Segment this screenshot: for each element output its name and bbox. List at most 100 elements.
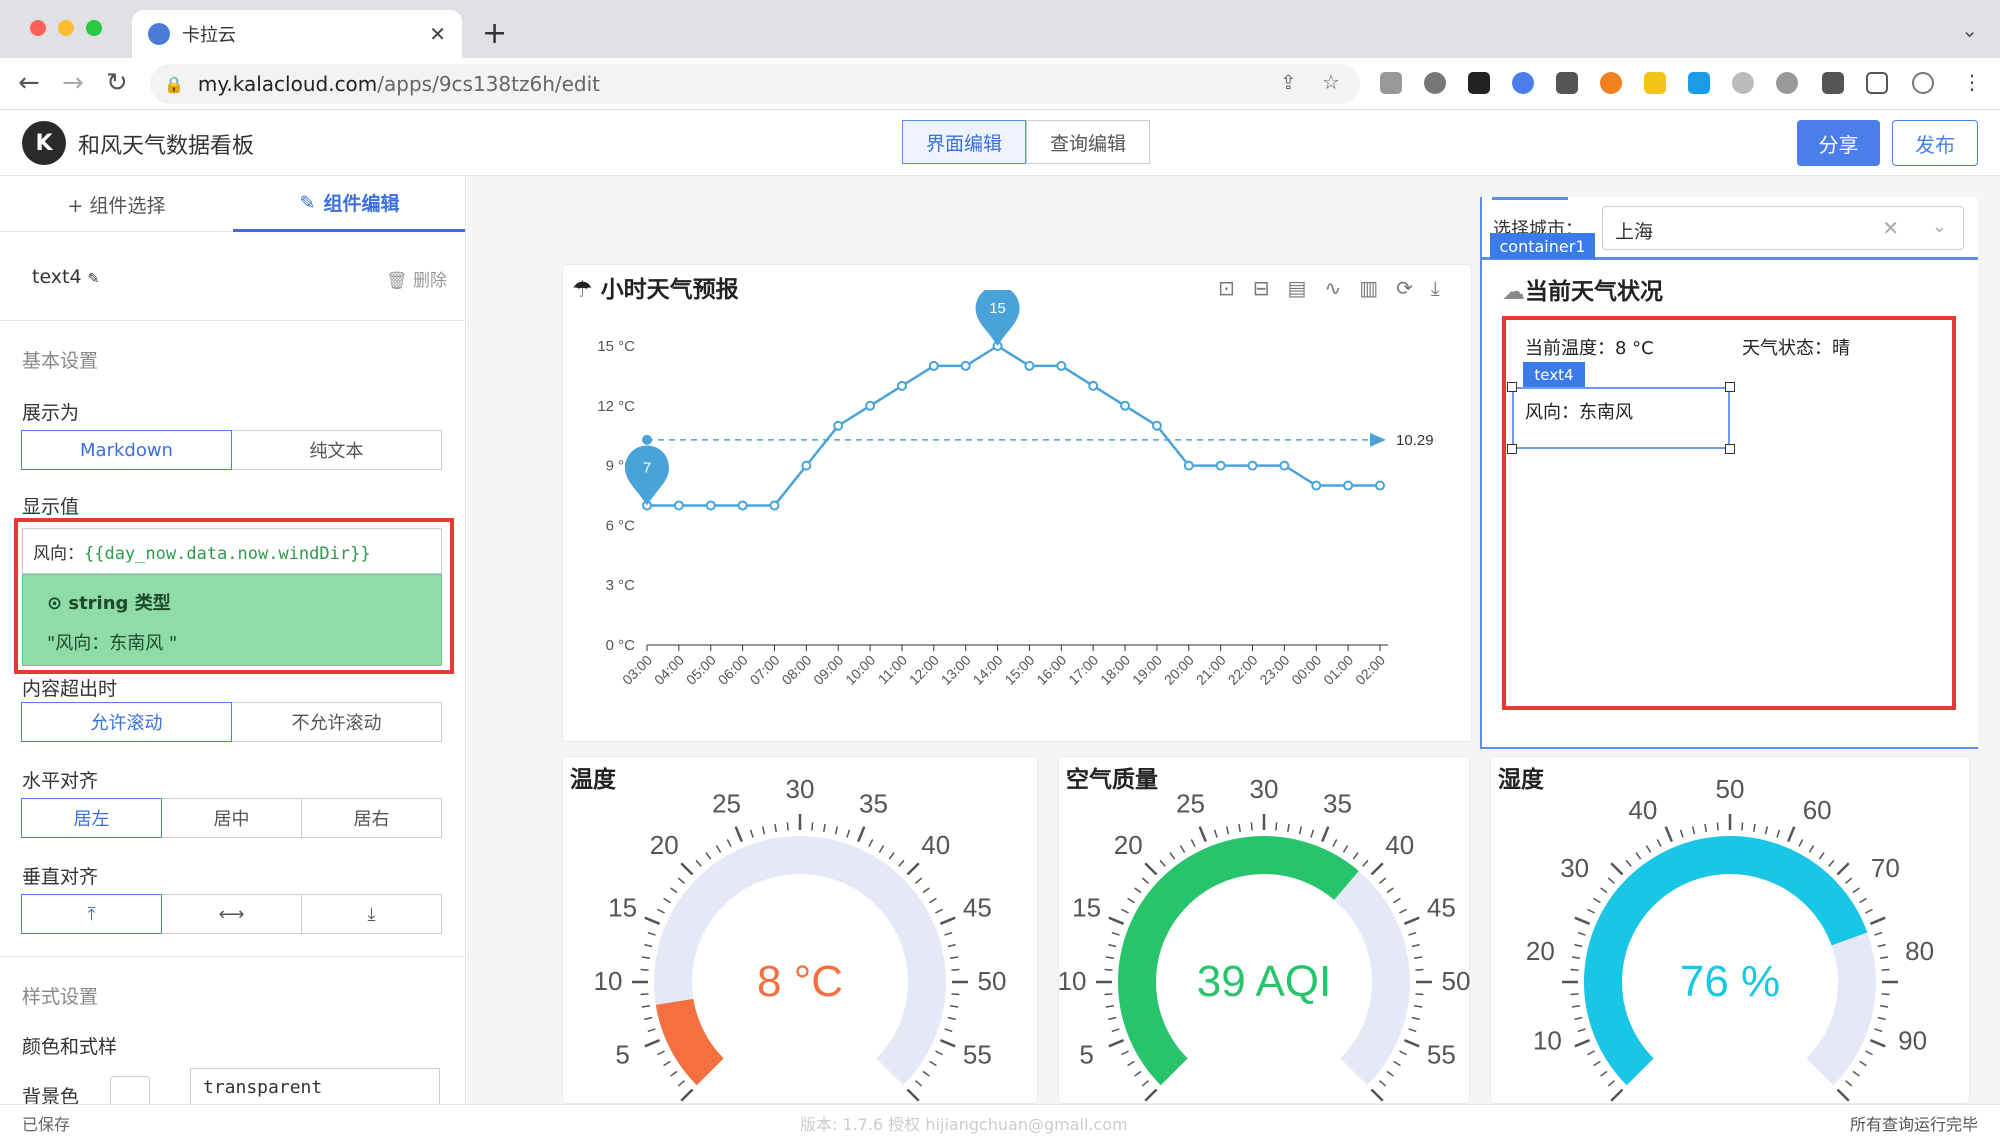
align-bottom-icon[interactable]: ⤓ xyxy=(301,894,442,934)
delete-component-button[interactable]: 🗑 删除 xyxy=(386,266,447,291)
gauge-tick xyxy=(715,845,722,853)
gauge-tick xyxy=(1370,1088,1384,1102)
gauge-tick xyxy=(657,908,665,914)
chevron-down-icon[interactable]: ⌄ xyxy=(1932,216,1947,237)
divider xyxy=(0,320,465,321)
maximize-window-button[interactable] xyxy=(86,20,102,36)
gauge-tick xyxy=(1104,993,1113,996)
browser-menu-icon[interactable]: ⋮ xyxy=(1962,70,1982,94)
forward-arrow-icon[interactable]: → xyxy=(62,68,84,98)
display-markdown-option[interactable]: Markdown xyxy=(21,430,232,470)
component-name[interactable]: text4 ✎ xyxy=(32,266,99,288)
data-point xyxy=(1215,460,1226,471)
gauge-tick xyxy=(1342,845,1349,853)
gauge-tick xyxy=(1141,877,1149,884)
address-bar[interactable]: 🔒 my.kalacloud.com/apps/9cs138tz6h/edit xyxy=(150,64,1360,104)
browser-tab[interactable]: 卡拉云 ✕ xyxy=(132,10,462,58)
allow-scroll-option[interactable]: 允许滚动 xyxy=(21,702,232,742)
gauge-tick xyxy=(644,1016,653,1021)
gauge-tick xyxy=(1869,916,1886,925)
align-left-option[interactable]: 居左 xyxy=(21,798,162,838)
extension-notion-icon[interactable] xyxy=(1468,72,1490,94)
tab-search-chevron-icon[interactable]: ⌄ xyxy=(1961,18,1978,42)
share-page-icon[interactable]: ⇪ xyxy=(1280,70,1297,94)
minimize-window-button[interactable] xyxy=(58,20,74,36)
gauge-tick xyxy=(1332,839,1338,847)
close-tab-icon[interactable]: ✕ xyxy=(429,22,446,46)
x-tick-label: 10:00 xyxy=(842,652,878,688)
gauge-tick xyxy=(868,839,874,847)
extension-globe-icon[interactable] xyxy=(1512,72,1534,94)
gauge-tick xyxy=(1379,1080,1387,1087)
resize-handle[interactable] xyxy=(1725,382,1735,392)
gauge-tick xyxy=(1716,822,1719,831)
align-right-option[interactable]: 居右 xyxy=(301,798,442,838)
current-temp-text[interactable]: 当前温度：8 °C xyxy=(1525,334,1654,360)
resize-handle[interactable] xyxy=(1507,444,1517,454)
temperature-gauge: 0510152025303540455055608 °C xyxy=(594,774,1007,1104)
share-button[interactable]: 分享 xyxy=(1797,120,1880,166)
weather-state-text[interactable]: 天气状态：晴 xyxy=(1742,334,1850,360)
publish-button[interactable]: 发布 xyxy=(1892,120,1978,166)
bg-color-swatch[interactable] xyxy=(110,1076,150,1104)
horizontal-align-label: 水平对齐 xyxy=(22,770,99,792)
gauge-tick xyxy=(1411,943,1420,948)
city-select[interactable]: 上海 ✕ ⌄ xyxy=(1602,206,1964,250)
gauge-tick xyxy=(1577,931,1586,936)
gauge-scale-label: 40 xyxy=(921,830,950,860)
profile-avatar-icon[interactable] xyxy=(1912,72,1934,94)
side-panel-icon[interactable] xyxy=(1866,72,1888,94)
gauge-tick xyxy=(929,897,937,904)
display-as-toggle: Markdown 纯文本 xyxy=(21,430,442,470)
text4-tag[interactable]: text4 xyxy=(1523,362,1585,388)
extension-swirl-icon[interactable] xyxy=(1600,72,1622,94)
extension-mail-icon[interactable] xyxy=(1556,72,1578,94)
gauge-tick xyxy=(950,1005,959,1008)
extension-tomato-icon[interactable] xyxy=(1424,72,1446,94)
extension-v-icon[interactable] xyxy=(1380,72,1402,94)
gauge-tick xyxy=(1352,852,1359,860)
gauge-tick xyxy=(1865,1050,1873,1056)
vertical-align-label: 垂直对齐 xyxy=(22,866,99,888)
gauge-tick xyxy=(1776,829,1781,838)
query-edit-tab[interactable]: 查询编辑 xyxy=(1026,120,1150,164)
back-arrow-icon[interactable]: ← xyxy=(18,68,40,98)
ui-edit-tab[interactable]: 界面编辑 xyxy=(902,120,1026,164)
gauge-progress xyxy=(655,998,725,1086)
gauge-scale-label: 10 xyxy=(1058,966,1086,996)
clear-icon[interactable]: ✕ xyxy=(1882,216,1899,240)
resize-handle[interactable] xyxy=(1507,382,1517,392)
gauge-tick xyxy=(677,877,685,884)
extension-shield-icon[interactable] xyxy=(1732,72,1754,94)
gauge-tick xyxy=(1880,956,1889,959)
close-window-button[interactable] xyxy=(30,20,46,36)
resize-handle[interactable] xyxy=(1725,444,1735,454)
container-tag[interactable]: container1 xyxy=(1490,233,1595,259)
reload-icon[interactable]: ↻ xyxy=(106,68,128,98)
extensions-puzzle-icon[interactable] xyxy=(1822,72,1844,94)
extension-blue-icon[interactable] xyxy=(1688,72,1710,94)
align-middle-icon[interactable]: ⟷ xyxy=(161,894,302,934)
gauge-tick xyxy=(1134,1070,1142,1077)
align-center-option[interactable]: 居中 xyxy=(161,798,302,838)
gauge-tick xyxy=(1393,1060,1401,1067)
extension-grid-icon[interactable] xyxy=(1644,72,1666,94)
gauge-tick xyxy=(846,829,851,838)
display-plaintext-option[interactable]: 纯文本 xyxy=(231,430,442,470)
gauge-tick xyxy=(1610,1088,1624,1102)
bookmark-star-icon[interactable]: ☆ xyxy=(1322,70,1340,94)
gauge-scale-label: 55 xyxy=(1427,1039,1456,1069)
status-bar: 已保存 版本: 1.7.6 授权 hijiangchuan@gmail.com … xyxy=(0,1104,2000,1137)
new-tab-button[interactable]: + xyxy=(482,16,507,51)
wind-direction-text[interactable]: 风向：东南风 xyxy=(1525,398,1633,424)
tab-component-select[interactable]: + 组件选择 xyxy=(0,176,233,232)
tab-component-edit[interactable]: ✎ 组件编辑 xyxy=(233,176,465,232)
disallow-scroll-option[interactable]: 不允许滚动 xyxy=(231,702,442,742)
extension-chat-icon[interactable] xyxy=(1776,72,1798,94)
bg-color-input[interactable]: transparent xyxy=(190,1068,440,1104)
gauge-tick xyxy=(1144,1088,1158,1102)
align-top-icon[interactable]: ⤒ xyxy=(21,894,162,934)
rename-pencil-icon[interactable]: ✎ xyxy=(88,271,100,287)
data-point xyxy=(833,420,844,431)
gauge-tick xyxy=(929,1060,937,1067)
